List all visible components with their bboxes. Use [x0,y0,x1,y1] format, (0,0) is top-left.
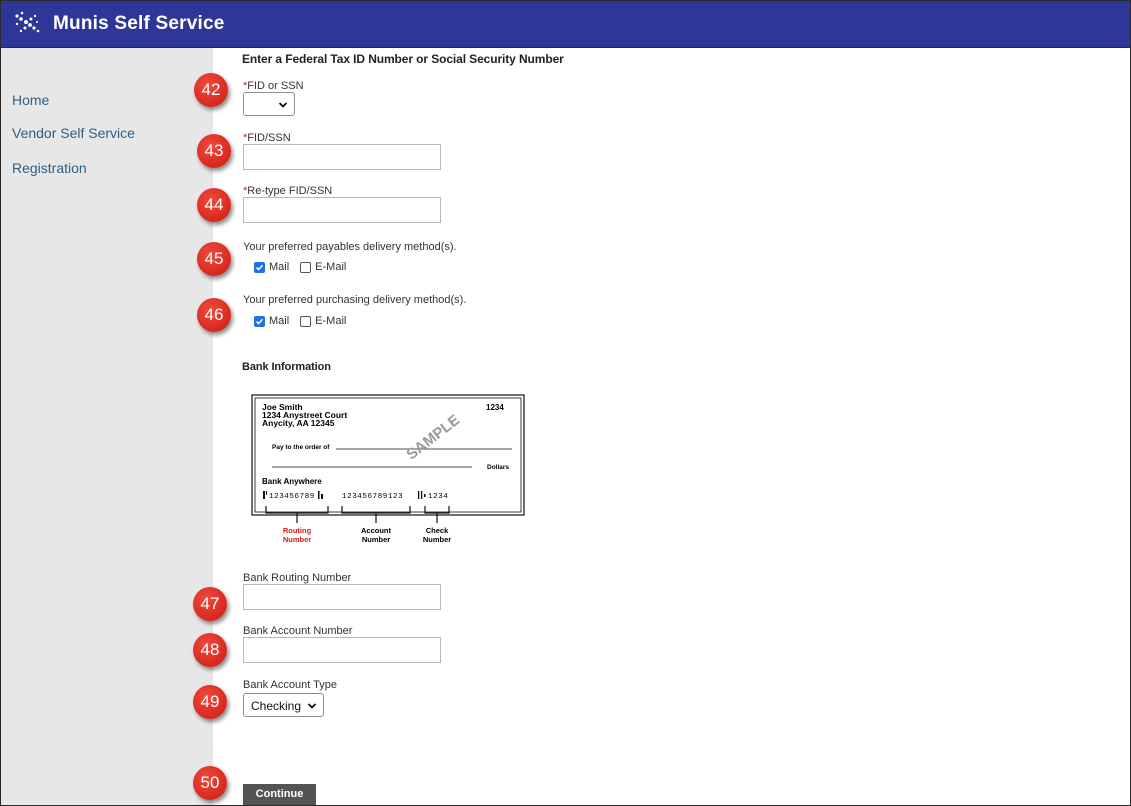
routing-number-label: Bank Routing Number [243,572,352,584]
annotation-badge: 42 [194,73,228,107]
fid-or-ssn-select[interactable] [243,92,295,116]
fid-ssn-label-text: FID/SSN [247,132,291,144]
annotation-badge: 49 [193,685,227,719]
check-dollars: Dollars [487,464,509,471]
check-address2: Anycity, AA 12345 [262,418,335,428]
annotation-badge: 46 [197,298,231,332]
payables-mail-label: Mail [269,261,290,273]
check-bank-name: Bank Anywhere [262,477,322,486]
account-type-selected: Checking [251,699,302,713]
check-micr-number: 1234 [428,493,448,501]
fid-ssn-input[interactable] [243,144,441,170]
purchasing-email-checkbox[interactable] [300,315,312,327]
account-caption-2: Number [362,535,390,544]
fid-or-ssn-label: *FID or SSN [243,80,304,92]
annotation-badge: 50 [193,766,227,800]
account-number-input[interactable] [243,637,441,663]
chevron-down-icon [278,102,288,108]
check-number-top: 1234 [486,403,504,412]
check-pay-to: Pay to the order of [272,444,330,451]
retype-fid-ssn-label-text: Re-type FID/SSN [247,185,333,197]
sidebar-item-vendor-self-service[interactable]: Vendor Self Service [12,125,135,141]
form-heading: Enter a Federal Tax ID Number or Social … [242,52,564,66]
purchasing-email-label: E-Mail [315,315,347,327]
main-content: Enter a Federal Tax ID Number or Social … [213,48,1130,805]
annotation-badge: 43 [197,134,231,168]
munis-dots-logo-icon [15,11,40,33]
bank-info-heading: Bank Information [242,361,331,373]
check-caption-2: Number [423,535,451,544]
purchasing-mail-label: Mail [269,315,290,327]
annotation-badge: 44 [197,188,231,222]
top-header: Munis Self Service [1,1,1130,48]
routing-number-input[interactable] [243,584,441,610]
payables-mail-checkbox[interactable] [254,261,265,273]
annotation-badge: 48 [193,633,227,667]
sidebar-item-registration[interactable]: Registration [12,160,87,176]
retype-fid-ssn-label: *Re-type FID/SSN [243,185,332,197]
payables-email-label: E-Mail [315,261,347,273]
check-caption-1: Check [426,526,449,535]
payables-delivery-options: Mail E-Mail [254,261,346,273]
sample-check-image: Joe Smith 1234 Anystreet Court Anycity, … [251,394,525,544]
routing-caption-1: Routing [283,526,312,535]
continue-button[interactable]: Continue [243,784,316,805]
purchasing-delivery-label: Your preferred purchasing delivery metho… [243,294,467,306]
routing-caption-2: Number [283,535,311,544]
chevron-down-icon [307,703,317,709]
fid-or-ssn-label-text: FID or SSN [247,80,304,92]
payables-delivery-label: Your preferred payables delivery method(… [243,241,457,253]
purchasing-delivery-options: Mail E-Mail [254,315,346,327]
account-type-label: Bank Account Type [243,679,337,691]
sidebar-item-home[interactable]: Home [12,92,49,108]
account-number-label: Bank Account Number [243,625,353,637]
check-micr-routing: 123456789 [269,493,315,501]
fid-ssn-label: *FID/SSN [243,132,291,144]
account-type-select[interactable]: Checking [243,693,324,717]
account-caption-1: Account [361,526,392,535]
annotation-badge: 47 [193,587,227,621]
sidebar: Home Vendor Self Service Registration [1,48,213,805]
purchasing-mail-checkbox[interactable] [254,315,265,327]
app-title: Munis Self Service [53,13,225,34]
retype-fid-ssn-input[interactable] [243,197,441,223]
app-window: Munis Self Service Home Vendor Self Serv… [0,0,1131,806]
check-micr-account: 123456789123 [342,493,403,501]
annotation-badge: 45 [197,242,231,276]
payables-email-checkbox[interactable] [300,261,312,273]
